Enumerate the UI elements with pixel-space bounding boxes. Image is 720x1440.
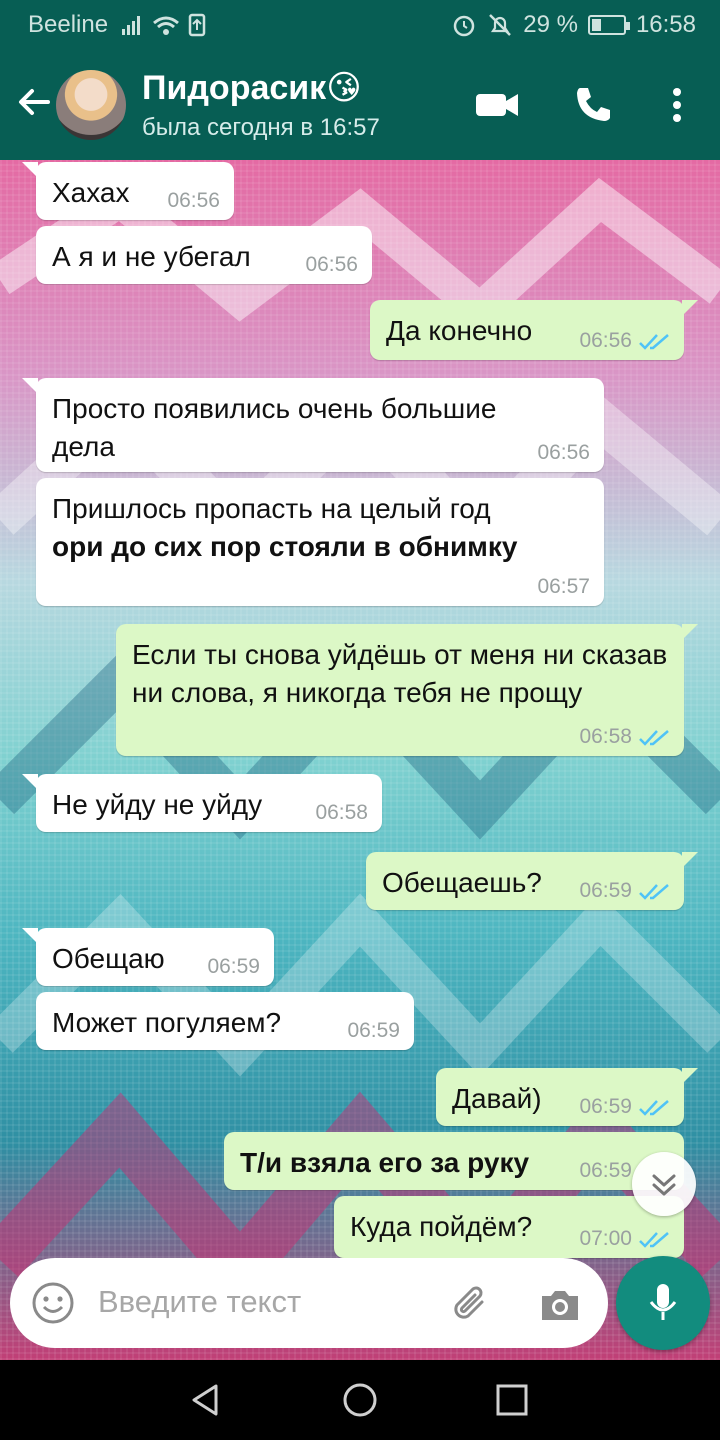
contact-name[interactable]: Пидорасик😘 <box>142 68 362 108</box>
voice-call-icon[interactable] <box>568 80 618 130</box>
message-text: Не уйду не уйду <box>52 789 263 820</box>
clock: 16:58 <box>635 11 696 38</box>
message-time: 06:59 <box>207 955 260 978</box>
message-text: Может погуляем? <box>52 1007 282 1038</box>
message-text: Просто появились очень большие дела <box>52 393 497 462</box>
microphone-icon <box>649 1284 677 1320</box>
mute-bell-icon <box>489 14 512 36</box>
message-outgoing[interactable]: Давай) 06:59 <box>436 1068 698 1126</box>
message-text: Обещаешь? <box>382 867 542 898</box>
message-incoming[interactable]: Может погуляем? 06:59 <box>36 992 414 1050</box>
message-time: 06:56 <box>305 253 358 276</box>
message-time: 07:00 <box>579 1227 632 1250</box>
message-text: Хахах <box>52 177 130 208</box>
scroll-to-bottom-button[interactable] <box>632 1152 696 1216</box>
microphone-button[interactable] <box>616 1256 710 1350</box>
message-text: Куда пойдём? <box>350 1211 533 1242</box>
message-input-bar: Введите текст <box>10 1258 608 1348</box>
message-outgoing[interactable]: Да конечно 06:56 <box>370 300 698 360</box>
battery-percent: 29 % <box>523 11 578 38</box>
read-receipt-icon <box>639 730 669 746</box>
message-bold-text: ори до сих пор стояли в обнимку <box>52 531 518 562</box>
message-time: 06:56 <box>167 189 220 212</box>
system-nav-bar <box>0 1360 720 1440</box>
read-receipt-icon <box>639 1100 669 1116</box>
message-text: А я и не убегал <box>52 241 251 272</box>
signal-wifi-icon <box>122 13 206 37</box>
message-text: Обещаю <box>52 943 165 974</box>
contact-last-seen: была сегодня в 16:57 <box>142 114 380 141</box>
battery-icon <box>587 15 630 35</box>
status-bar: Beeline 29 % 16:58 <box>0 0 720 50</box>
message-incoming[interactable]: Не уйду не уйду 06:58 <box>22 774 382 832</box>
back-arrow-icon[interactable] <box>14 82 54 122</box>
message-time: 06:56 <box>579 329 632 352</box>
camera-icon[interactable] <box>538 1282 582 1326</box>
message-time: 06:58 <box>579 725 632 748</box>
message-time: 06:59 <box>579 1159 632 1182</box>
alarm-icon <box>453 15 475 37</box>
message-time: 06:59 <box>347 1019 400 1042</box>
video-call-icon[interactable] <box>472 80 522 130</box>
message-time: 06:58 <box>315 801 368 824</box>
read-receipt-icon <box>639 884 669 900</box>
message-incoming[interactable]: А я и не убегал 06:56 <box>36 226 372 284</box>
chat-header: Пидорасик😘 была сегодня в 16:57 <box>0 50 720 160</box>
more-options-icon[interactable] <box>652 80 702 130</box>
chat-area[interactable]: Хахах 06:56 А я и не убегал 06:56 Да кон… <box>0 160 720 1360</box>
message-incoming[interactable]: Хахах 06:56 <box>22 162 234 220</box>
message-text: Пришлось пропасть на целый год <box>52 493 491 524</box>
message-text: Если ты снова уйдёшь от меня ни сказав н… <box>132 639 668 708</box>
message-outgoing[interactable]: Обещаешь? 06:59 <box>366 852 698 910</box>
nav-home-icon[interactable] <box>340 1380 380 1420</box>
carrier-label: Beeline <box>28 11 109 38</box>
message-text: Да конечно <box>386 315 533 346</box>
message-outgoing[interactable]: Т/и взяла его за руку 06:59 <box>224 1132 684 1190</box>
read-receipt-icon <box>639 1232 669 1248</box>
message-outgoing[interactable]: Если ты снова уйдёшь от меня ни сказав н… <box>116 624 698 756</box>
message-input[interactable]: Введите текст <box>98 1284 301 1320</box>
read-receipt-icon <box>639 334 669 350</box>
message-text: Давай) <box>452 1083 542 1114</box>
paperclip-icon[interactable] <box>448 1280 494 1326</box>
message-incoming[interactable]: Обещаю 06:59 <box>22 928 274 986</box>
message-incoming[interactable]: Просто появились очень большие дела 06:5… <box>22 378 604 472</box>
nav-back-icon[interactable] <box>186 1380 226 1420</box>
message-text: Т/и взяла его за руку <box>240 1147 530 1178</box>
emoji-icon[interactable] <box>30 1280 76 1326</box>
nav-recents-icon[interactable] <box>492 1380 532 1420</box>
message-time: 06:59 <box>579 879 632 902</box>
message-time: 06:56 <box>537 441 590 464</box>
message-time: 06:59 <box>579 1095 632 1118</box>
contact-avatar[interactable] <box>56 70 126 140</box>
message-incoming[interactable]: Пришлось пропасть на целый год ори до си… <box>36 478 604 606</box>
message-time: 06:57 <box>537 575 590 598</box>
chevron-double-down-icon <box>652 1174 676 1196</box>
